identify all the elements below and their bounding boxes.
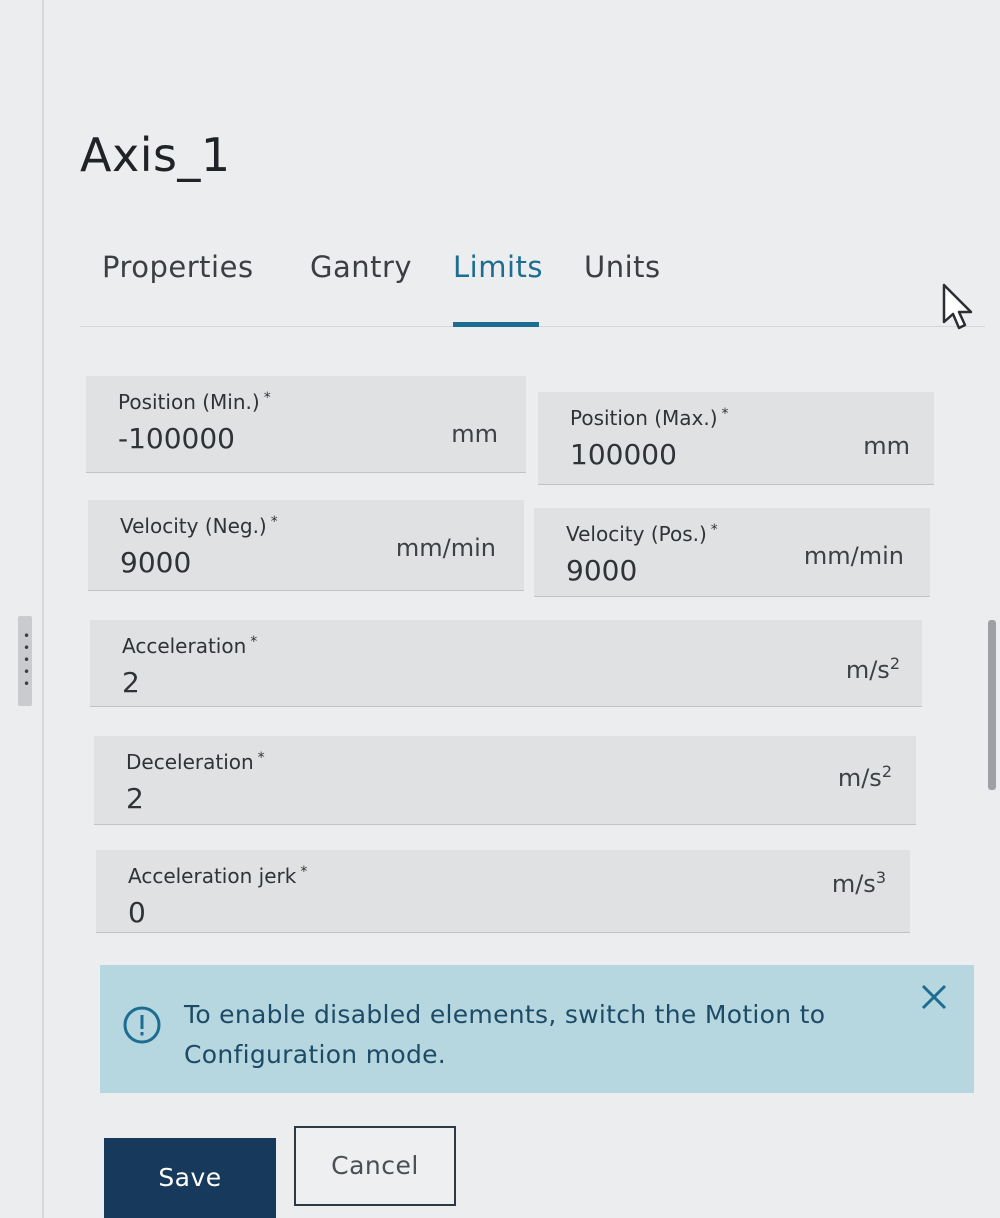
panel-left-divider bbox=[42, 0, 44, 1218]
vertical-scrollbar[interactable] bbox=[988, 620, 996, 790]
deceleration-label: Deceleration * bbox=[126, 750, 265, 774]
position-max-unit: mm bbox=[863, 432, 910, 460]
mouse-pointer-icon bbox=[942, 283, 973, 330]
position-min-label: Position (Min.) * bbox=[118, 390, 271, 414]
close-icon[interactable] bbox=[918, 981, 950, 1013]
position-min-unit: mm bbox=[451, 420, 498, 448]
tab-gantry[interactable]: Gantry bbox=[310, 250, 412, 284]
velocity-neg-value[interactable]: 9000 bbox=[120, 546, 191, 579]
acceleration-jerk-label: Acceleration jerk * bbox=[128, 864, 308, 888]
velocity-pos-unit: mm/min bbox=[803, 542, 904, 570]
deceleration-unit: m/s2 bbox=[837, 762, 892, 792]
velocity-neg-field[interactable]: Velocity (Neg.) * 9000 mm/min bbox=[88, 500, 524, 591]
cancel-button[interactable]: Cancel bbox=[294, 1126, 456, 1206]
save-button[interactable]: Save bbox=[104, 1138, 276, 1218]
info-circle-icon bbox=[123, 1006, 161, 1044]
active-tab-indicator bbox=[453, 322, 539, 327]
velocity-pos-label: Velocity (Pos.) * bbox=[566, 522, 718, 546]
velocity-pos-value[interactable]: 9000 bbox=[566, 554, 637, 587]
acceleration-field[interactable]: Acceleration * 2 m/s2 bbox=[90, 620, 922, 707]
velocity-neg-label: Velocity (Neg.) * bbox=[120, 514, 278, 538]
panel-resize-handle[interactable]: • • • • • bbox=[18, 616, 32, 706]
position-max-label: Position (Max.) * bbox=[570, 406, 729, 430]
acceleration-jerk-unit: m/s3 bbox=[831, 868, 886, 898]
tab-units[interactable]: Units bbox=[584, 250, 661, 284]
deceleration-field[interactable]: Deceleration * 2 m/s2 bbox=[94, 736, 916, 825]
acceleration-unit: m/s2 bbox=[845, 654, 900, 684]
acceleration-label: Acceleration * bbox=[122, 634, 258, 658]
drag-dots-icon: • • • • • bbox=[23, 629, 31, 691]
deceleration-value[interactable]: 2 bbox=[126, 782, 144, 815]
banner-message: To enable disabled elements, switch the … bbox=[184, 1000, 826, 1069]
info-banner: To enable disabled elements, switch the … bbox=[100, 965, 974, 1093]
tab-bar: Properties Gantry Limits Units bbox=[80, 240, 985, 327]
acceleration-jerk-field[interactable]: Acceleration jerk * 0 m/s3 bbox=[96, 850, 910, 933]
acceleration-value[interactable]: 2 bbox=[122, 666, 140, 699]
position-min-field[interactable]: Position (Min.) * -100000 mm bbox=[86, 376, 526, 473]
position-max-field[interactable]: Position (Max.) * 100000 mm bbox=[538, 392, 934, 485]
tab-properties[interactable]: Properties bbox=[102, 250, 254, 284]
page-title: Axis_1 bbox=[80, 128, 231, 182]
tab-limits[interactable]: Limits bbox=[453, 250, 543, 284]
velocity-pos-field[interactable]: Velocity (Pos.) * 9000 mm/min bbox=[534, 508, 930, 597]
position-max-value[interactable]: 100000 bbox=[570, 438, 677, 471]
velocity-neg-unit: mm/min bbox=[395, 534, 496, 562]
position-min-value[interactable]: -100000 bbox=[118, 422, 235, 455]
acceleration-jerk-value[interactable]: 0 bbox=[128, 896, 146, 929]
